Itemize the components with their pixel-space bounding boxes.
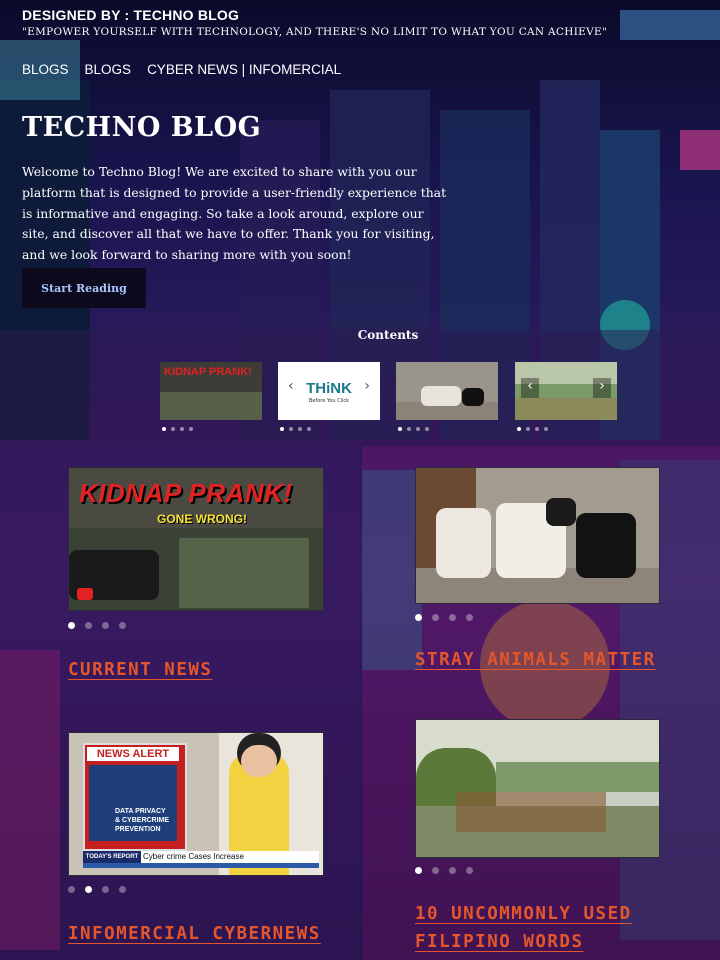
thumb-pager [517, 427, 548, 431]
card-title-filipino-words[interactable]: 10 UNCOMMONLY USED FILIPINO WORDS [415, 900, 645, 956]
card-title-current-news[interactable]: CURRENT NEWS [68, 656, 212, 684]
current-news-image[interactable]: KIDNAP PRANK! GONE WRONG! [68, 467, 324, 611]
thumb-subcaption: Before You Click [308, 398, 350, 404]
infomercial-image[interactable]: NEWS ALERT DATA PRIVACY & CYBERCRIME PREVE… [68, 732, 324, 876]
content-thumb-ricefield[interactable]: ‹ › [515, 362, 617, 420]
card-pager [68, 886, 126, 893]
designer-credit: DESIGNED BY : TECHNO BLOG [22, 7, 240, 23]
pager-dot[interactable] [68, 886, 75, 893]
pager-dot[interactable] [432, 867, 439, 874]
pager-dot[interactable] [466, 867, 473, 874]
thumb-pager [398, 427, 429, 431]
stray-animals-image[interactable] [415, 467, 660, 604]
pager-dot[interactable] [85, 622, 92, 629]
card-pager [68, 622, 126, 629]
pager-dot[interactable] [189, 427, 193, 431]
pager-dot[interactable] [102, 622, 109, 629]
thumb-caption: KIDNAP PRANK! [79, 478, 293, 508]
card-title-stray-animals[interactable]: STRAY ANIMALS MATTER [415, 646, 665, 674]
card-pager [415, 614, 473, 621]
start-reading-button[interactable]: Start Reading [22, 268, 146, 308]
pager-dot[interactable] [289, 427, 293, 431]
thumb-pager [162, 427, 193, 431]
pager-dot[interactable] [425, 427, 429, 431]
pager-dot[interactable] [432, 614, 439, 621]
news-alert-label: NEWS ALERT [87, 747, 179, 761]
pager-dot[interactable] [407, 427, 411, 431]
contents-heading: Contents [357, 328, 419, 342]
pager-dot[interactable] [449, 614, 456, 621]
chevron-left-icon[interactable]: ‹ [521, 378, 539, 398]
pager-dot[interactable] [449, 867, 456, 874]
pager-dot[interactable] [119, 622, 126, 629]
pager-dot[interactable] [466, 614, 473, 621]
pager-dot[interactable] [415, 867, 422, 874]
content-thumb-think[interactable]: THiNK Before You Click ‹ › [278, 362, 380, 420]
pager-dot[interactable] [298, 427, 302, 431]
chevron-right-icon[interactable]: › [593, 378, 611, 398]
pager-dot[interactable] [68, 622, 75, 629]
news-alert-lines: DATA PRIVACY & CYBERCRIME PREVENTION [115, 808, 170, 833]
pager-dot[interactable] [280, 427, 284, 431]
pager-dot[interactable] [526, 427, 530, 431]
pager-dot[interactable] [517, 427, 521, 431]
pager-dot[interactable] [415, 614, 422, 621]
tagline: "EMPOWER YOURSELF WITH TECHNOLOGY, AND T… [22, 26, 608, 38]
pager-dot[interactable] [180, 427, 184, 431]
thumb-caption: KIDNAP PRANK! [164, 366, 252, 378]
column-divider [360, 446, 362, 960]
nav-link-cyber-news[interactable]: CYBER NEWS | INFOMERCIAL [147, 62, 341, 77]
thumb-subcaption: GONE WRONG! [157, 512, 247, 526]
card-title-infomercial[interactable]: INFOMERCIAL CYBERNEWS [68, 920, 321, 948]
pager-dot[interactable] [102, 886, 109, 893]
ticker-tag: TODAY'S REPORT [83, 851, 141, 863]
card-pager [415, 867, 473, 874]
thumb-pager [280, 427, 311, 431]
content-thumb-kidnap[interactable]: KIDNAP PRANK! [160, 362, 262, 420]
pager-dot[interactable] [119, 886, 126, 893]
pager-dot[interactable] [85, 886, 92, 893]
youtube-icon [77, 588, 93, 600]
nav-link-blogs-2[interactable]: BLOGS [85, 62, 132, 77]
intro-paragraph: Welcome to Techno Blog! We are excited t… [22, 164, 447, 263]
page-title: TECHNO BLOG [22, 112, 262, 143]
pager-dot[interactable] [171, 427, 175, 431]
pager-dot[interactable] [307, 427, 311, 431]
pager-dot[interactable] [544, 427, 548, 431]
content-thumb-dogs[interactable] [396, 362, 498, 420]
top-nav: BLOGS BLOGS CYBER NEWS | INFOMERCIAL [22, 62, 341, 77]
pager-dot[interactable] [162, 427, 166, 431]
pager-dot[interactable] [416, 427, 420, 431]
pager-dot[interactable] [398, 427, 402, 431]
pager-dot[interactable] [535, 427, 539, 431]
chevron-right-icon[interactable]: › [364, 378, 370, 394]
filipino-words-image[interactable] [415, 719, 660, 858]
chevron-left-icon[interactable]: ‹ [288, 378, 294, 394]
nav-link-blogs[interactable]: BLOGS [22, 62, 69, 77]
